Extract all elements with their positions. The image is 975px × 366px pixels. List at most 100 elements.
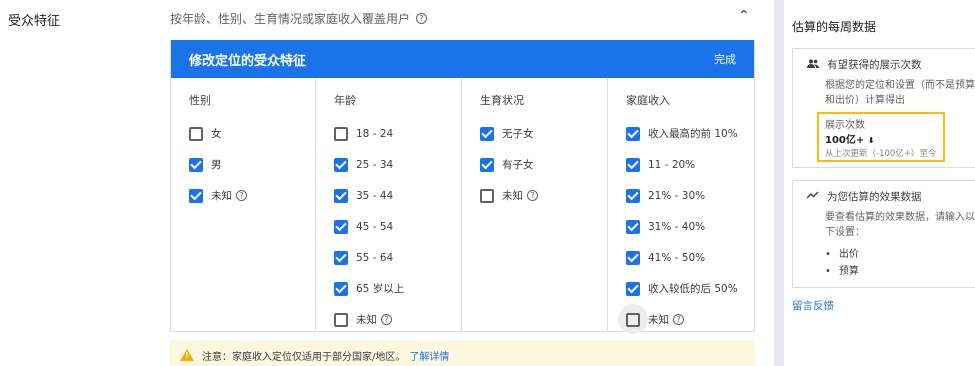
checkbox-option[interactable]: 25 - 34	[334, 149, 461, 180]
checkbox-option[interactable]: 女	[189, 118, 315, 149]
checkbox[interactable]	[626, 219, 640, 234]
checkbox[interactable]	[189, 126, 203, 141]
checkbox[interactable]	[480, 157, 494, 172]
checkbox[interactable]	[626, 281, 640, 296]
checkbox-label: 18 - 24	[356, 127, 394, 140]
subtitle-text: 按年龄、性别、生育情况或家庭收入覆盖用户	[170, 12, 411, 26]
column-title: 年龄	[334, 94, 356, 107]
checkbox[interactable]	[480, 188, 494, 203]
column-3: 家庭收入收入最高的前 10% 11 - 20% 21% - 30% 31% - 40%…	[608, 78, 754, 334]
checkbox-option[interactable]: 31% - 40%	[626, 211, 754, 242]
metric-label: 展示次数	[825, 120, 865, 131]
panel-title: 估算的每周数据	[792, 20, 877, 34]
performance-card-description: 要查看估算的效果数据，请输入以下设置：	[825, 212, 975, 238]
checkbox-label: 21% - 30%	[648, 189, 706, 202]
column-title: 家庭收入	[626, 94, 670, 107]
help-icon[interactable]: ?	[236, 190, 247, 201]
checkbox-label: 35 - 44	[356, 189, 394, 202]
checkbox-label: 无子女	[502, 128, 534, 140]
help-icon[interactable]: ?	[527, 190, 538, 201]
checkbox[interactable]	[334, 188, 348, 203]
impressions-card-heading: 有望获得的展示次数	[827, 59, 922, 71]
checkbox-label: 55 - 64	[356, 251, 394, 264]
checkbox[interactable]	[626, 312, 640, 327]
checkbox[interactable]	[334, 312, 348, 327]
checkbox-option[interactable]: 18 - 24	[334, 118, 461, 149]
checkbox[interactable]	[189, 157, 203, 172]
panel-divider	[774, 0, 784, 366]
checkbox-label: 41% - 50%	[648, 251, 706, 264]
checkbox-label: 未知	[502, 190, 523, 202]
checkbox-label: 65 岁以上	[356, 283, 405, 295]
metric-value: 100亿+ ⬇	[825, 131, 937, 146]
help-icon[interactable]: ?	[381, 314, 392, 325]
checkbox-label: 未知	[356, 314, 377, 326]
checkbox-label: 收入较低的后 50%	[648, 283, 738, 295]
checkbox[interactable]	[189, 188, 203, 203]
demographics-editor: 修改定位的受众特征 完成 性别女男未知? 年龄 18 - 24 25 - 34 35 -…	[170, 40, 755, 334]
warning-icon: !	[180, 349, 194, 361]
section-label: 受众特征	[8, 14, 61, 29]
checkbox-option[interactable]: 未知?	[480, 180, 607, 211]
checkbox[interactable]	[334, 126, 348, 141]
checkbox[interactable]	[334, 250, 348, 265]
editor-title: 修改定位的受众特征	[189, 53, 307, 69]
checkbox[interactable]	[626, 188, 640, 203]
column-title: 性别	[189, 94, 211, 107]
checkbox-label: 未知	[648, 314, 669, 326]
checkbox-label: 25 - 34	[356, 158, 394, 171]
help-icon[interactable]: ?	[673, 314, 684, 325]
list-item: 出价	[825, 246, 975, 263]
impressions-metric-highlight: 展示次数 100亿+ ⬇ 从上次更新（-100亿+）至今	[817, 112, 945, 162]
feedback-link[interactable]: 留言反馈	[792, 298, 834, 313]
checkbox[interactable]	[626, 126, 640, 141]
checkbox[interactable]	[334, 157, 348, 172]
metric-change: 从上次更新（-100亿+）至今	[825, 149, 937, 159]
checkbox[interactable]	[626, 157, 640, 172]
people-icon	[807, 59, 819, 71]
checkbox-option[interactable]: 收入较低的后 50%	[626, 273, 754, 304]
checkbox-option[interactable]: 65 岁以上	[334, 273, 461, 304]
checkbox-label: 11 - 20%	[648, 158, 696, 171]
checkbox-label: 45 - 54	[356, 220, 394, 233]
metric-value-text: 100亿+	[825, 135, 865, 146]
checkbox-option[interactable]: 11 - 20%	[626, 149, 754, 180]
checkbox-label: 女	[211, 128, 222, 140]
checkbox-option[interactable]: 未知?	[189, 180, 315, 211]
performance-card-head: 为您估算的效果数据	[793, 181, 975, 204]
estimate-panel: 估算的每周数据 有望获得的展示次数 根据您的定位和设置（而不是预算和出价）计算得…	[784, 0, 975, 366]
column-1: 年龄 18 - 24 25 - 34 35 - 44 45 - 54 55 - 64 65 …	[316, 78, 462, 331]
option-list: 收入最高的前 10% 11 - 20% 21% - 30% 31% - 40% 41% …	[626, 118, 754, 335]
column-0: 性别女男未知?	[171, 78, 316, 331]
section-subtitle: 按年龄、性别、生育情况或家庭收入覆盖用户 ?	[170, 10, 428, 27]
checkbox-option[interactable]: 45 - 54	[334, 211, 461, 242]
performance-card: 为您估算的效果数据 要查看估算的效果数据，请输入以下设置： 出价 预算	[792, 180, 975, 288]
checkbox-option[interactable]: 男	[189, 149, 315, 180]
checkbox-option[interactable]: 35 - 44	[334, 180, 461, 211]
collapse-chevron-icon[interactable]: ⌃	[738, 8, 750, 24]
option-list: 无子女有子女未知?	[480, 118, 607, 211]
checkbox-option[interactable]: 未知?	[334, 304, 461, 335]
checkbox-label: 31% - 40%	[648, 220, 706, 233]
list-item: 预算	[825, 263, 975, 280]
checkbox-option[interactable]: 无子女	[480, 118, 607, 149]
performance-card-heading: 为您估算的效果数据	[827, 191, 922, 203]
learn-more-link[interactable]: 了解详情	[409, 348, 449, 363]
editor-header: 修改定位的受众特征 完成	[171, 40, 754, 78]
checkbox-option[interactable]: 有子女	[480, 149, 607, 180]
checkbox-label: 男	[211, 159, 222, 171]
checkbox[interactable]	[626, 250, 640, 265]
column-2: 生育状况 无子女 有子女 未知?	[462, 78, 608, 331]
performance-requirements: 出价 预算	[793, 246, 975, 280]
checkbox[interactable]	[480, 126, 494, 141]
checkbox-option[interactable]: 41% - 50%	[626, 242, 754, 273]
help-icon[interactable]: ?	[416, 13, 428, 24]
checkbox-label: 有子女	[502, 159, 534, 171]
checkbox-option[interactable]: 收入最高的前 10%	[626, 118, 754, 149]
checkbox-option[interactable]: 21% - 30%	[626, 180, 754, 211]
checkbox[interactable]	[334, 281, 348, 296]
done-button[interactable]: 完成	[714, 51, 736, 67]
checkbox-option[interactable]: 55 - 64	[334, 242, 461, 273]
checkbox[interactable]	[334, 219, 348, 234]
checkbox-label: 未知	[211, 190, 232, 202]
